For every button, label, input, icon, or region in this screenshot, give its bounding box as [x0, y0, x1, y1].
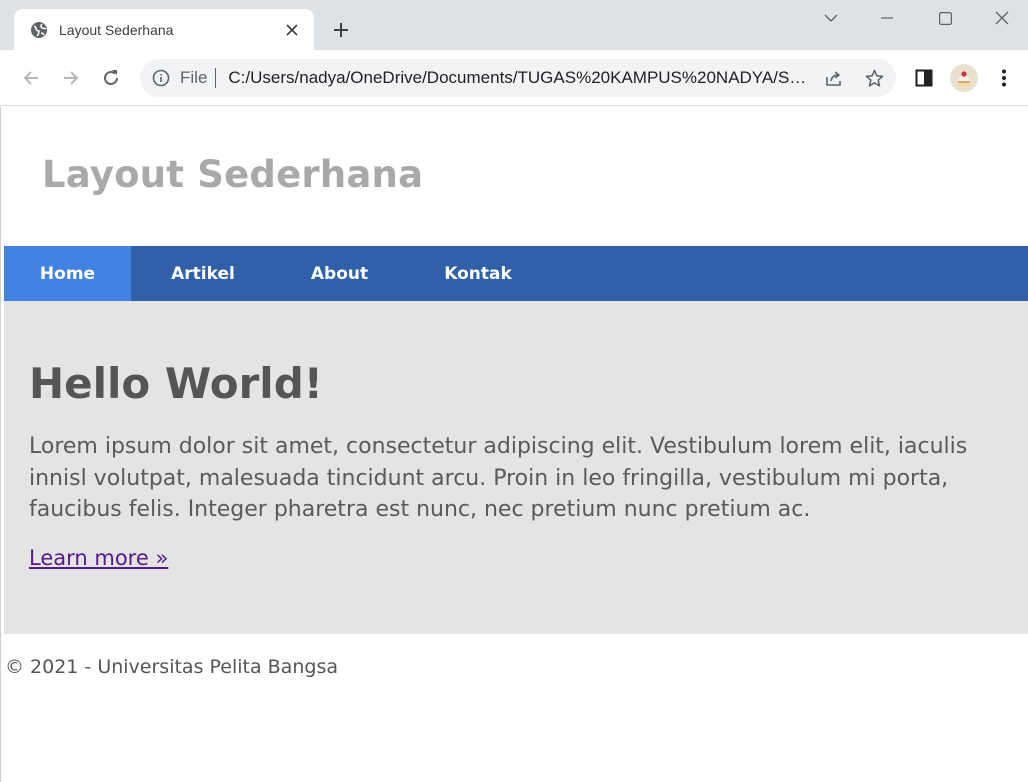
nav-item-artikel[interactable]: Artikel	[131, 246, 275, 301]
hero-text: Lorem ipsum dolor sit amet, consectetur …	[29, 434, 968, 522]
back-arrow-icon[interactable]	[17, 64, 45, 92]
address-bar[interactable]: File C:/Users/nadya/OneDrive/Documents/T…	[140, 59, 896, 97]
url-text[interactable]: C:/Users/nadya/OneDrive/Documents/TUGAS%…	[228, 68, 810, 88]
star-icon[interactable]	[864, 68, 884, 88]
nav-item-kontak[interactable]: Kontak	[404, 246, 552, 301]
forward-arrow-icon[interactable]	[57, 64, 85, 92]
maximize-icon[interactable]	[930, 6, 960, 30]
minimize-icon[interactable]	[872, 6, 902, 30]
main-nav: Home Artikel About Kontak	[4, 246, 1028, 301]
scheme-label: File	[180, 68, 208, 87]
tab-strip: Layout Sederhana	[0, 0, 1028, 50]
side-panel-icon[interactable]	[910, 64, 938, 92]
site-header: Layout Sederhana	[4, 107, 1028, 246]
nav-item-home[interactable]: Home	[4, 246, 131, 301]
tab-title: Layout Sederhana	[59, 21, 174, 38]
hero-section: Hello World! Lorem ipsum dolor sit amet,…	[4, 301, 1028, 634]
page-viewport: Layout Sederhana Home Artikel About Kont…	[4, 107, 1028, 782]
avatar[interactable]	[950, 64, 978, 92]
hero-title: Hello World!	[29, 359, 323, 408]
plus-icon[interactable]	[329, 18, 353, 42]
globe-icon	[30, 21, 48, 39]
browser-tab[interactable]: Layout Sederhana	[14, 9, 314, 50]
nav-item-about[interactable]: About	[275, 246, 404, 301]
share-icon[interactable]	[824, 68, 844, 88]
close-window-icon[interactable]	[987, 6, 1017, 30]
site-title: Layout Sederhana	[42, 153, 424, 196]
omnibox-divider	[215, 68, 217, 88]
learn-more-link[interactable]: Learn more »	[29, 546, 168, 570]
kebab-menu-icon[interactable]	[990, 64, 1018, 92]
info-icon[interactable]	[151, 68, 171, 88]
footer-text: © 2021 - Universitas Pelita Bangsa	[5, 656, 338, 678]
site-footer: © 2021 - Universitas Pelita Bangsa	[4, 634, 1028, 704]
reload-icon[interactable]	[97, 64, 125, 92]
close-icon[interactable]	[282, 20, 302, 40]
browser-toolbar: File C:/Users/nadya/OneDrive/Documents/T…	[0, 50, 1028, 106]
chevron-down-icon[interactable]	[816, 6, 846, 30]
